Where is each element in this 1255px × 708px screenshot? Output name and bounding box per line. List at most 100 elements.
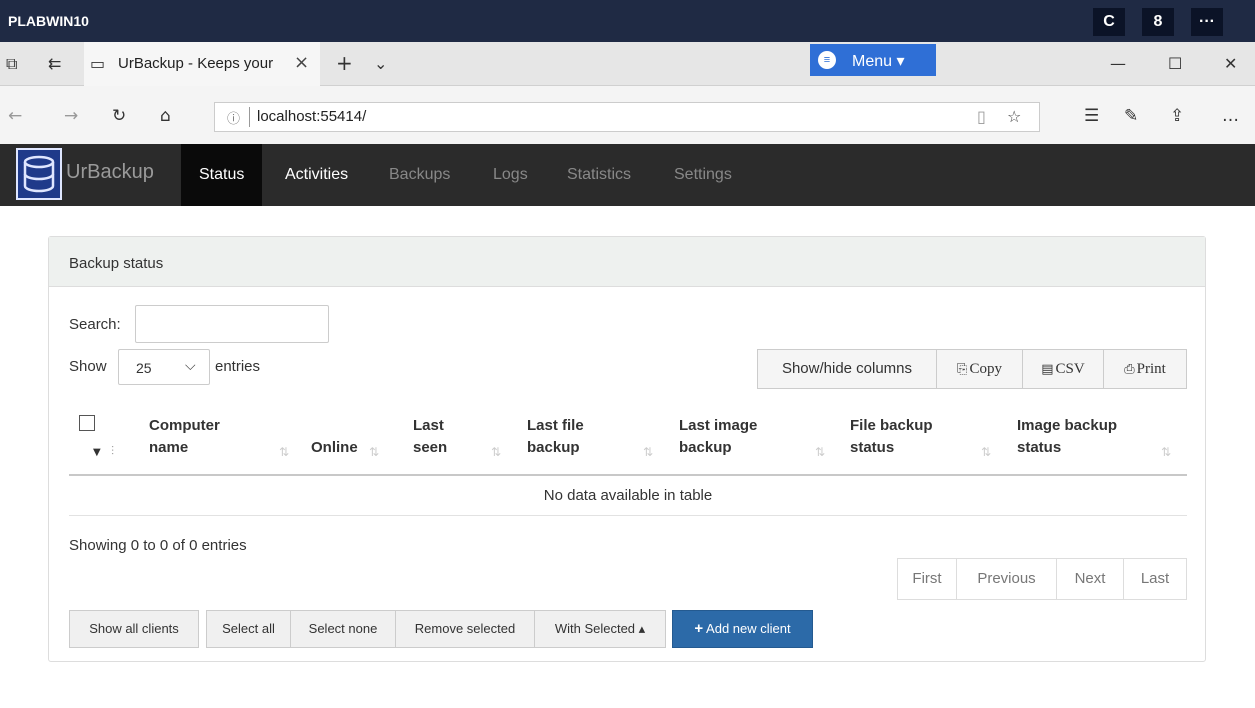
pen-icon[interactable]: ✎	[1124, 106, 1138, 126]
remove-selected-button[interactable]: Remove selected	[395, 610, 535, 648]
remote-session-bar: PLABWIN10 C 8 ···	[0, 0, 1255, 42]
reconnect-button[interactable]: C	[1093, 8, 1125, 36]
entries-per-page-select[interactable]: 25 ⌵	[118, 349, 210, 385]
home-icon[interactable]: ⌂	[160, 106, 171, 126]
entries-label: entries	[215, 358, 261, 375]
select-none-button[interactable]: Select none	[290, 610, 396, 648]
favorite-star-icon[interactable]: ☆	[1007, 107, 1021, 126]
maximize-button[interactable]: ☐	[1168, 54, 1182, 73]
close-window-button[interactable]: ✕	[1224, 54, 1237, 73]
site-info-icon[interactable]: ⓘ	[227, 108, 240, 127]
col-last-image-backup-line1: Last image	[679, 417, 758, 434]
show-hide-columns-button[interactable]: Show/hide columns	[757, 349, 937, 389]
add-new-client-button[interactable]: + Add new client	[672, 610, 813, 648]
col-last-image-backup-line2: backup	[679, 439, 732, 456]
share-icon[interactable]: ⇪	[1170, 106, 1184, 126]
tab-preview-chevron-icon[interactable]: ⌄	[374, 54, 387, 73]
sort-icon[interactable]: ⇅	[369, 445, 379, 459]
col-file-backup-status-line2: status	[850, 439, 895, 456]
tab-title: UrBackup - Keeps your	[118, 55, 274, 72]
sort-icon[interactable]: ⇅	[1161, 445, 1171, 459]
new-tab-icon[interactable]: +	[336, 51, 353, 75]
menu-label: Menu ▾	[852, 53, 905, 70]
browser-tab-bar: ⧉ ⇇ ▭ UrBackup - Keeps your × + ⌄ ≡ Menu…	[0, 42, 1255, 86]
urbackup-logo-icon[interactable]	[16, 148, 62, 200]
set-aside-tabs-icon[interactable]: ⇇	[48, 54, 61, 73]
pager-previous-button[interactable]: Previous	[956, 558, 1057, 600]
show-label: Show	[69, 358, 107, 375]
reading-view-icon[interactable]: ▯	[977, 107, 986, 126]
col-image-backup-status-line1: Image backup	[1017, 417, 1118, 434]
table-header-divider	[69, 474, 1187, 476]
table-row-divider	[69, 515, 1187, 516]
search-input[interactable]	[135, 305, 329, 343]
url-text: localhost:55414/	[257, 108, 367, 125]
pager-last-button[interactable]: Last	[1123, 558, 1187, 600]
copy-icon: ⎘	[957, 362, 968, 377]
col-last-seen-line1: Last	[413, 417, 444, 434]
nav-settings[interactable]: Settings	[656, 144, 750, 206]
col-image-backup-status[interactable]: Image backup status	[1017, 415, 1117, 459]
show-all-clients-button[interactable]: Show all clients	[69, 610, 199, 648]
csv-icon: ▤	[1041, 362, 1054, 377]
nav-backups[interactable]: Backups	[371, 144, 468, 206]
with-selected-button[interactable]: With Selected ▴	[534, 610, 666, 648]
sort-icon[interactable]: ⇅	[815, 445, 825, 459]
col-online[interactable]: Online	[311, 437, 358, 459]
col-file-backup-status[interactable]: File backup status	[850, 415, 933, 459]
nav-logs[interactable]: Logs	[475, 144, 546, 206]
csv-button[interactable]: ▤ CSV	[1022, 349, 1104, 389]
col-last-seen-line2: seen	[413, 439, 448, 456]
col-last-file-backup-line2: backup	[527, 439, 580, 456]
sort-icon[interactable]: ⇅	[981, 445, 991, 459]
browser-tab[interactable]: ▭ UrBackup - Keeps your ×	[84, 42, 320, 86]
close-tab-icon[interactable]: ×	[294, 52, 309, 73]
col-image-backup-status-line2: status	[1017, 439, 1062, 456]
copy-button[interactable]: ⎘ Copy	[936, 349, 1023, 389]
user-button[interactable]: 8	[1142, 8, 1174, 36]
sort-icon[interactable]: ⇅	[491, 445, 501, 459]
col-last-image-backup[interactable]: Last image backup	[679, 415, 757, 459]
panel-header: Backup status	[49, 237, 1205, 287]
print-button[interactable]: ⎙ Print	[1103, 349, 1187, 389]
sort-icon[interactable]: ⇅	[279, 445, 289, 459]
back-arrow-icon[interactable]: ←	[8, 106, 22, 126]
copy-label: Copy	[969, 361, 1002, 377]
brand-name[interactable]: UrBackup	[66, 161, 154, 184]
nav-status[interactable]: Status	[181, 144, 263, 206]
search-label: Search:	[69, 316, 121, 333]
plus-icon: +	[694, 620, 704, 637]
table-info: Showing 0 to 0 of 0 entries	[69, 537, 247, 554]
menu-button[interactable]: ≡ Menu ▾	[810, 44, 936, 76]
sort-icon[interactable]: ⇅	[643, 445, 653, 459]
tab-list-icon[interactable]: ⧉	[6, 54, 17, 74]
empty-table-message: No data available in table	[543, 487, 713, 504]
url-divider	[249, 107, 250, 127]
nav-statistics[interactable]: Statistics	[549, 144, 649, 206]
entries-value: 25	[136, 360, 152, 376]
select-all-checkbox[interactable]	[79, 415, 95, 431]
more-icon[interactable]: …	[1222, 106, 1239, 126]
col-computer-name[interactable]: Computer name	[149, 415, 220, 459]
col-last-file-backup[interactable]: Last file backup	[527, 415, 584, 459]
select-all-button[interactable]: Select all	[206, 610, 291, 648]
pager-first-button[interactable]: First	[897, 558, 957, 600]
backup-status-panel: Backup status Search: Show 25 ⌵ entries …	[48, 236, 1206, 662]
minimize-button[interactable]: —	[1110, 54, 1126, 73]
page-icon: ▭	[90, 54, 106, 73]
nav-activities[interactable]: Activities	[267, 144, 366, 206]
more-options-button[interactable]: ···	[1191, 8, 1223, 36]
print-icon: ⎙	[1124, 362, 1135, 377]
refresh-icon[interactable]: ↻	[112, 106, 126, 126]
col-computer-name-line1: Computer	[149, 417, 220, 434]
browser-address-row: ← → ↻ ⌂ ⓘ localhost:55414/ ▯ ☆ ☰ ✎ ⇪ …	[0, 86, 1255, 144]
app-navbar: UrBackup Status Activities Backups Logs …	[0, 144, 1255, 206]
forward-arrow-icon[interactable]: →	[64, 106, 78, 126]
column-sort-icon[interactable]: ⫶	[111, 444, 114, 459]
favorites-icon[interactable]: ☰	[1084, 106, 1099, 126]
address-bar[interactable]: ⓘ localhost:55414/ ▯ ☆	[214, 102, 1040, 132]
col-last-seen[interactable]: Last seen	[413, 415, 447, 459]
add-new-client-label: Add new client	[706, 621, 791, 636]
caret-down-icon[interactable]: ▼	[93, 447, 101, 458]
pager-next-button[interactable]: Next	[1056, 558, 1124, 600]
